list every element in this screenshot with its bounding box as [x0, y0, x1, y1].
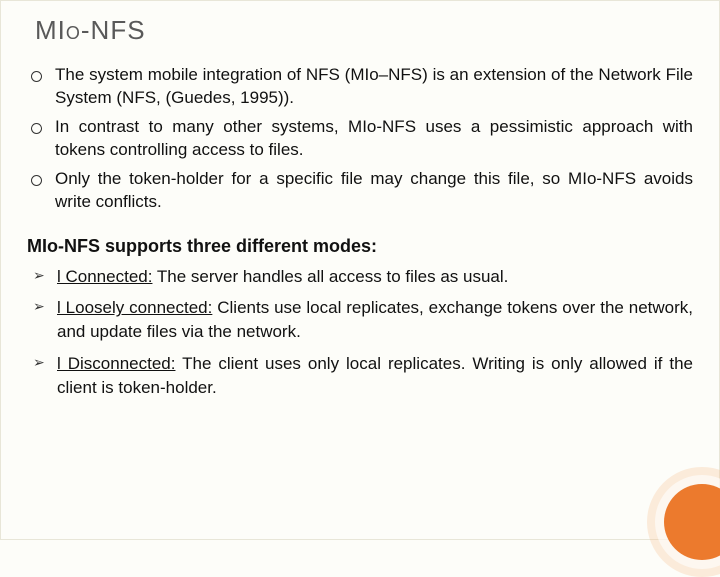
mode-item: l Disconnected: The client uses only loc…: [27, 352, 693, 400]
mode-item: l Loosely connected: Clients use local r…: [27, 296, 693, 344]
slide-title: MIo-NFS: [35, 15, 693, 46]
title-main: MI: [35, 15, 66, 45]
decorative-corner-graphic: [647, 467, 720, 577]
mode-list: l Connected: The server handles all acce…: [27, 265, 693, 400]
mode-text: The server handles all access to files a…: [152, 267, 508, 286]
title-suffix: o-NFS: [66, 15, 146, 45]
bullet-item: Only the token-holder for a specific fil…: [27, 168, 693, 214]
slide: MIo-NFS The system mobile integration of…: [1, 1, 719, 418]
mode-label: l Loosely connected:: [57, 298, 212, 317]
bullet-item: In contrast to many other systems, MIo-N…: [27, 116, 693, 162]
mode-label: l Disconnected:: [57, 354, 175, 373]
section-heading: MIo-NFS supports three different modes:: [27, 236, 693, 257]
mode-label: l Connected:: [57, 267, 152, 286]
bullet-item: The system mobile integration of NFS (MI…: [27, 64, 693, 110]
mode-item: l Connected: The server handles all acce…: [27, 265, 693, 289]
bullet-list: The system mobile integration of NFS (MI…: [27, 64, 693, 214]
